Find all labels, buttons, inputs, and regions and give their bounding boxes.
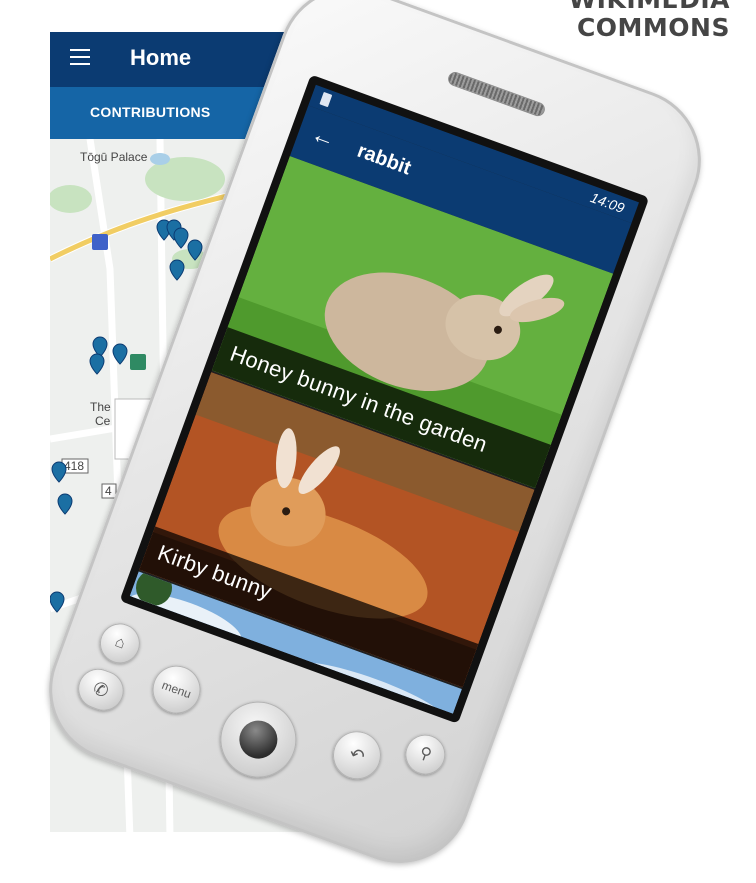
map-pin-icon[interactable] [89, 353, 105, 375]
station-icon [130, 354, 146, 370]
transit-icon [92, 234, 108, 250]
screen-title: rabbit [354, 139, 414, 180]
call-button[interactable]: ✆ [72, 663, 130, 717]
back-arrow-icon[interactable]: ← [307, 120, 340, 154]
home-button[interactable]: ⌂ [94, 617, 146, 670]
map-pin-icon[interactable] [173, 227, 189, 249]
trackball-ball [234, 715, 283, 764]
tab-contributions[interactable]: CONTRIBUTIONS [90, 104, 211, 120]
map-label-ce: Ce [95, 414, 111, 428]
sd-card-icon [319, 91, 333, 108]
brand-line-2: COMMONS [576, 13, 730, 42]
map-pin-icon[interactable] [57, 493, 73, 515]
trackball[interactable] [209, 690, 308, 789]
map-label-the: The [90, 400, 111, 414]
map-pin-icon[interactable] [169, 259, 185, 281]
phone-speaker [446, 70, 547, 119]
road-badge-4: 4 [105, 484, 112, 498]
page-title: Home [130, 45, 192, 70]
road-badge-418: 418 [64, 459, 84, 473]
search-button[interactable]: ⚲ [399, 728, 451, 781]
wikimedia-commons-logo: WIKIMEDIA COMMONS [569, 0, 730, 42]
map-pin-icon[interactable] [51, 461, 67, 483]
brand-line-1: WIKIMEDIA [569, 0, 730, 14]
menu-button[interactable]: menu [145, 658, 208, 721]
hamburger-menu-icon[interactable] [70, 49, 90, 69]
back-button[interactable]: ↶ [326, 724, 388, 787]
map-label-togu-palace: Tōgū Palace [80, 150, 148, 164]
